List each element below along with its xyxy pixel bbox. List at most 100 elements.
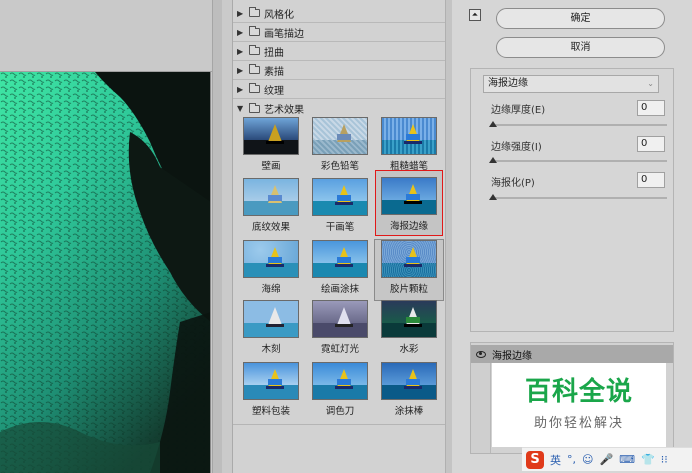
- category-brush-strokes[interactable]: ▶ 画笔描边: [233, 23, 445, 42]
- category-texture[interactable]: ▶ 纹理: [233, 80, 445, 99]
- filter-preview-image: [381, 362, 437, 400]
- edge-thickness-handle[interactable]: [489, 121, 497, 127]
- ok-button[interactable]: 确定: [496, 8, 665, 29]
- preview-canvas-area: [0, 0, 212, 72]
- filter-label: 霓虹灯光: [320, 344, 359, 355]
- ime-skin-icon[interactable]: 👕: [641, 453, 655, 466]
- preview-scrollbar[interactable]: [212, 0, 222, 473]
- ime-menu-icon[interactable]: ⁝⁝: [661, 453, 668, 466]
- filter-preview-image: [381, 117, 437, 155]
- filter-label: 调色刀: [325, 406, 355, 417]
- filter-select-value: 海报边缘: [488, 78, 528, 89]
- filter-select[interactable]: 海报边缘 ⌄: [483, 75, 659, 93]
- filter-thumb-colored-pencil[interactable]: 彩色铅笔: [306, 117, 374, 177]
- collapse-arrow-icon: ▼: [237, 104, 244, 113]
- filter-label: 干画笔: [325, 222, 355, 233]
- filter-thumb-dry-brush[interactable]: 干画笔: [306, 178, 374, 238]
- filter-preview-image: [312, 117, 368, 155]
- filter-preview-image: [243, 240, 299, 278]
- category-label: 画笔描边: [264, 28, 304, 40]
- ime-toolbar: S 英 °, ☺ 🎤 ⌨ 👕 ⁝⁝: [522, 447, 692, 471]
- filter-thumb-smudge-stick[interactable]: 涂抹棒: [375, 362, 443, 422]
- posterization-label: 海报化(P): [491, 178, 535, 189]
- chevron-down-icon: ⌄: [647, 79, 654, 88]
- filter-thumb-poster-edges[interactable]: 海报边缘: [375, 170, 443, 236]
- category-label: 纹理: [264, 85, 284, 97]
- folder-icon: [249, 7, 260, 17]
- filter-thumb-rough-pastels[interactable]: 粗糙蜡笔: [375, 117, 443, 177]
- ime-punctuation-icon[interactable]: °,: [567, 453, 576, 466]
- folder-icon: [249, 64, 260, 74]
- edge-intensity-slider[interactable]: [491, 160, 667, 162]
- category-stylize[interactable]: ▶ 风格化: [233, 4, 445, 23]
- category-sketch[interactable]: ▶ 素描: [233, 61, 445, 80]
- category-label: 素描: [264, 66, 284, 78]
- posterization-handle[interactable]: [489, 194, 497, 200]
- cancel-button[interactable]: 取消: [496, 37, 665, 58]
- filter-label: 胶片颗粒: [389, 284, 428, 295]
- filter-preview-image: [381, 240, 437, 278]
- category-distort[interactable]: ▶ 扭曲: [233, 42, 445, 61]
- ime-language-toggle[interactable]: 英: [550, 452, 561, 468]
- posterization-input[interactable]: 0: [637, 172, 665, 188]
- edge-thickness-label: 边缘厚度(E): [491, 105, 546, 116]
- category-label: 扭曲: [264, 47, 284, 59]
- folder-icon: [249, 26, 260, 36]
- filter-thumb-film-grain[interactable]: 胶片颗粒: [374, 239, 444, 301]
- filter-browser: ▶ 风格化 ▶ 画笔描边 ▶ 扭曲 ▶ 素描 ▶ 纹理 ▼ 艺术效果 壁画 彩色…: [232, 0, 453, 473]
- watermark-logo: 百科全说 助你轻松解决: [492, 363, 666, 447]
- category-label: 艺术效果: [264, 105, 304, 116]
- sogou-logo-icon[interactable]: S: [526, 450, 544, 469]
- divider: [233, 424, 445, 425]
- panel-divider: [222, 0, 232, 473]
- filter-label: 水彩: [399, 344, 419, 355]
- filter-label: 海报边缘: [389, 221, 428, 232]
- layer-name: 海报边缘: [492, 350, 532, 362]
- expand-arrow-icon: ▶: [237, 46, 244, 56]
- filter-thumb-watercolor[interactable]: 水彩: [375, 300, 443, 360]
- folder-icon: [249, 102, 260, 113]
- category-artistic[interactable]: ▼ 艺术效果: [233, 99, 445, 118]
- ime-emoji-icon[interactable]: ☺: [582, 453, 593, 466]
- filter-preview-image: [312, 300, 368, 338]
- filter-label: 壁画: [261, 161, 281, 172]
- filter-preview-image: [243, 117, 299, 155]
- filter-preview-image: [243, 178, 299, 216]
- watermark-subtitle: 助你轻松解决: [533, 416, 624, 431]
- filter-layer-row[interactable]: 海报边缘: [471, 345, 673, 363]
- expand-arrow-icon: ▶: [237, 27, 244, 37]
- filter-thumb-plastic-wrap[interactable]: 塑料包装: [237, 362, 305, 422]
- filter-thumb-palette-knife[interactable]: 调色刀: [306, 362, 374, 422]
- ime-keyboard-icon[interactable]: ⌨: [619, 453, 635, 466]
- edge-thickness-input[interactable]: 0: [637, 100, 665, 116]
- filter-label: 彩色铅笔: [320, 161, 359, 172]
- filter-thumb-neon-glow[interactable]: 霓虹灯光: [306, 300, 374, 360]
- expand-arrow-icon: ▶: [237, 65, 244, 75]
- posterization-slider[interactable]: [491, 197, 667, 199]
- filter-preview-image: [312, 362, 368, 400]
- preview-panel: [0, 0, 222, 473]
- folder-icon: [249, 45, 260, 55]
- filter-thumb-underpainting[interactable]: 底纹效果: [237, 178, 305, 238]
- ime-microphone-icon[interactable]: 🎤: [599, 453, 613, 466]
- filter-preview-image: [312, 240, 368, 278]
- eye-icon[interactable]: [476, 350, 486, 358]
- filter-preview-image: [243, 300, 299, 338]
- category-label: 风格化: [264, 9, 294, 21]
- preview-image[interactable]: [0, 72, 211, 473]
- edge-thickness-slider[interactable]: [491, 124, 667, 126]
- edge-intensity-input[interactable]: 0: [637, 136, 665, 152]
- filter-thumb-paint-daubs[interactable]: 绘画涂抹: [306, 240, 374, 300]
- folder-icon: [249, 83, 260, 93]
- filter-thumb-cutout[interactable]: 木刻: [237, 300, 305, 360]
- expand-arrow-icon: ▶: [237, 8, 244, 18]
- filter-label: 木刻: [261, 344, 281, 355]
- filter-label: 绘画涂抹: [320, 284, 359, 295]
- filter-thumb-sponge[interactable]: 海绵: [237, 240, 305, 300]
- collapse-gallery-icon[interactable]: ⏶: [469, 9, 481, 21]
- filter-label: 塑料包装: [251, 406, 290, 417]
- filter-thumb-fresco[interactable]: 壁画: [237, 117, 305, 177]
- expand-arrow-icon: ▶: [237, 84, 244, 94]
- filter-preview-image: [381, 177, 437, 215]
- edge-intensity-handle[interactable]: [489, 157, 497, 163]
